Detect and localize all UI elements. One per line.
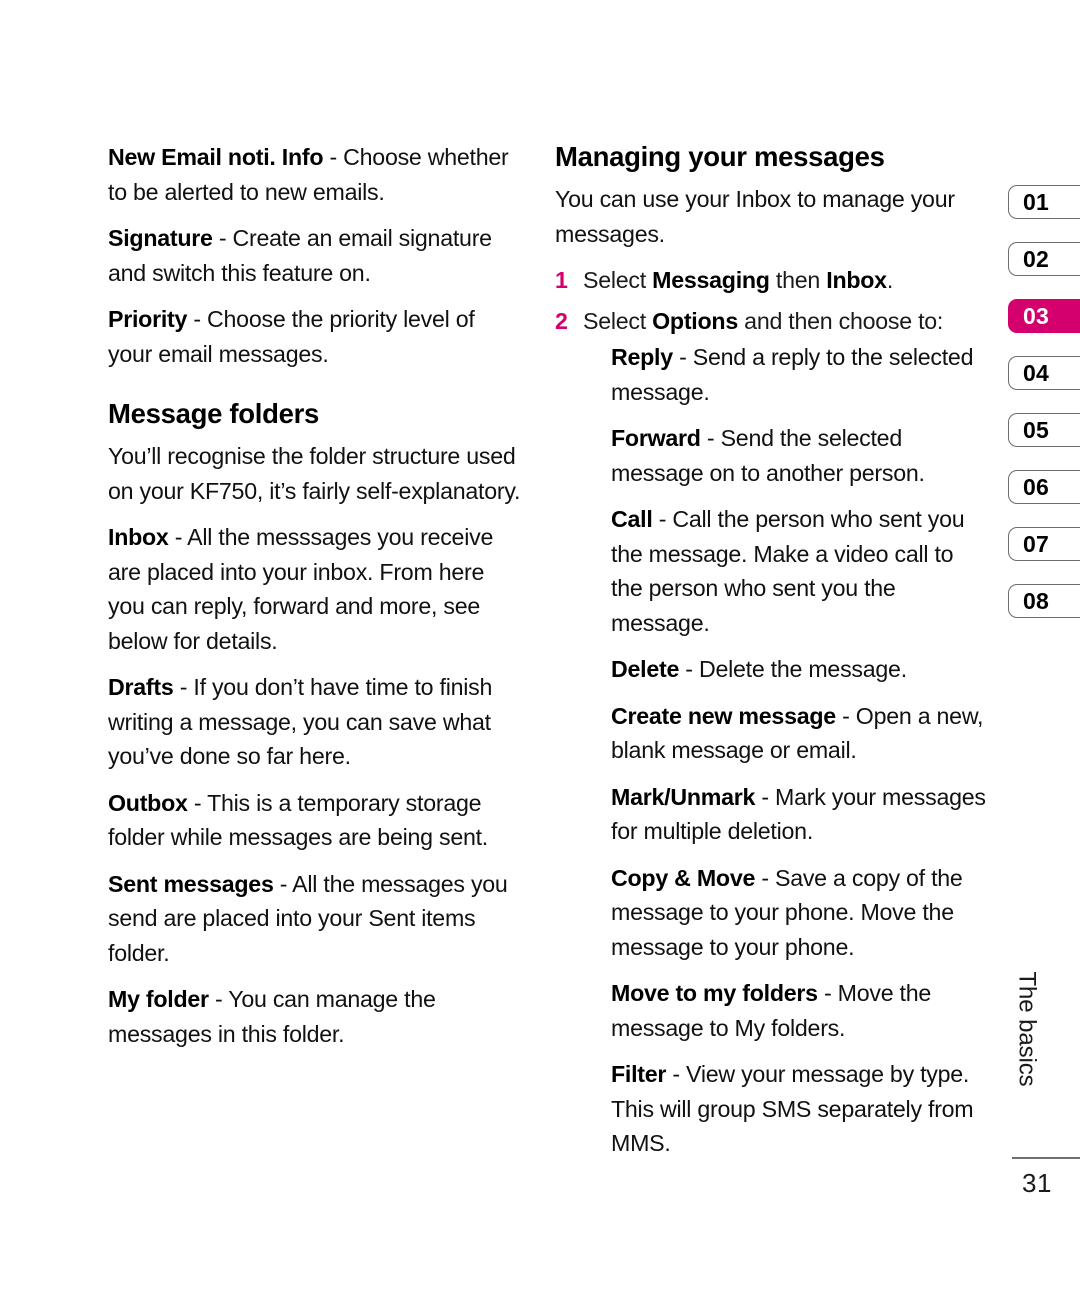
step-text-mid: and then choose to:: [737, 307, 944, 334]
definition-paragraph: Delete - Delete the message.: [611, 652, 987, 687]
running-head: The basics: [1010, 971, 1044, 1150]
definition-term: Create new message: [611, 702, 836, 729]
definition-term: New Email noti. Info: [108, 144, 324, 170]
chapter-tab-label: 08: [1023, 587, 1049, 614]
chapter-tab-label: 06: [1023, 473, 1049, 500]
definition-paragraph: Mark/Unmark - Mark your messages for mul…: [611, 780, 987, 849]
chapter-tab-04[interactable]: 04: [1008, 356, 1080, 390]
definition-term: Reply: [611, 344, 673, 370]
definition-paragraph: Move to my folders - Move the message to…: [611, 976, 987, 1045]
page-number: 31: [1022, 1168, 1052, 1198]
definition-paragraph: Inbox - All the messsages you receive ar…: [108, 520, 523, 658]
definition-paragraph: My folder - You can manage the messages …: [108, 982, 523, 1051]
step-number: 1: [555, 267, 568, 293]
running-head-label: The basics: [1014, 971, 1041, 1087]
definition-term: Filter: [611, 1061, 667, 1087]
definition-term: Move to my folders: [611, 980, 818, 1006]
chapter-tab-01[interactable]: 01: [1008, 185, 1080, 219]
message-folders-heading: Message folders: [108, 398, 320, 429]
chapter-tab-label: 04: [1023, 359, 1049, 386]
definition-term: Inbox: [108, 524, 169, 550]
step-text-post: .: [886, 267, 894, 293]
definition-paragraph: Create new message - Open a new, blank m…: [611, 699, 987, 768]
chapter-tab-label: 05: [1023, 416, 1049, 443]
definition-paragraph: Copy & Move - Save a copy of the message…: [611, 861, 987, 965]
definition-term: Delete: [611, 656, 680, 682]
options-list: Reply - Send a reply to the selected mes…: [583, 340, 987, 1161]
manual-page: New Email noti. Info - Choose whether to…: [0, 0, 1080, 1295]
email-settings-list: New Email noti. Info - Choose whether to…: [108, 140, 523, 371]
footer-divider: [1012, 1157, 1080, 1159]
step-text-pre: Select: [583, 267, 653, 293]
definition-paragraph: Reply - Send a reply to the selected mes…: [611, 340, 987, 409]
chapter-tab-label: 03: [1023, 302, 1049, 329]
definition-term: Copy & Move: [611, 864, 756, 891]
chapter-tab-label: 02: [1023, 245, 1049, 272]
definition-term: Forward: [611, 425, 701, 451]
chapter-tab-05[interactable]: 05: [1008, 413, 1080, 447]
definition-term: Mark/Unmark: [611, 783, 756, 810]
chapter-tab-label: 07: [1023, 530, 1049, 557]
definition-paragraph: Sent messages - All the messages you sen…: [108, 867, 523, 971]
definition-term: My folder: [108, 986, 209, 1012]
managing-messages-heading: Managing your messages: [555, 141, 885, 172]
managing-messages-steps: 1 Select Messaging then Inbox. 2 Select …: [555, 263, 987, 1161]
step-bold-options: Options: [652, 307, 738, 334]
managing-messages-intro: You can use your Inbox to manage your me…: [555, 186, 955, 247]
definition-term: Priority: [108, 306, 188, 332]
definition-text: - Delete the message.: [679, 656, 907, 682]
chapter-tab-03[interactable]: 03: [1008, 299, 1080, 333]
chapter-tab-08[interactable]: 08: [1008, 584, 1080, 618]
definition-paragraph: Call - Call the person who sent you the …: [611, 502, 987, 640]
definition-term: Signature: [108, 225, 213, 251]
definition-paragraph: Drafts - If you don’t have time to finis…: [108, 670, 523, 774]
step-bold-messaging: Messaging: [652, 267, 770, 293]
left-column: New Email noti. Info - Choose whether to…: [108, 140, 523, 1051]
definition-text: - View your message by type. This will g…: [611, 1061, 974, 1156]
definition-term: Call: [611, 506, 653, 532]
step-item: 2 Select Options and then choose to: Rep…: [555, 304, 987, 1161]
step-text-pre: Select: [583, 307, 653, 334]
definition-paragraph: Filter - View your message by type. This…: [611, 1057, 987, 1161]
definition-paragraph: Forward - Send the selected message on t…: [611, 421, 987, 490]
step-item: 1 Select Messaging then Inbox.: [555, 263, 987, 298]
chapter-tab-02[interactable]: 02: [1008, 242, 1080, 276]
definition-paragraph: Outbox - This is a temporary storage fol…: [108, 786, 523, 855]
chapter-tab-label: 01: [1023, 188, 1049, 215]
definition-term: Sent messages: [108, 870, 274, 897]
chapter-tab-07[interactable]: 07: [1008, 527, 1080, 561]
definition-paragraph: Priority - Choose the priority level of …: [108, 302, 523, 371]
step-text-mid: then: [769, 267, 827, 293]
message-folders-intro: You’ll recognise the folder structure us…: [108, 443, 521, 504]
definition-term: Outbox: [108, 789, 188, 816]
step-bold-inbox: Inbox: [826, 267, 887, 293]
chapter-tab-06[interactable]: 06: [1008, 470, 1080, 504]
message-folders-list: Inbox - All the messsages you receive ar…: [108, 520, 523, 1051]
definition-text: - Call the person who sent you the messa…: [611, 506, 965, 636]
definition-paragraph: Signature - Create an email signature an…: [108, 221, 523, 290]
right-column: Managing your messages You can use your …: [555, 140, 987, 1173]
definition-paragraph: New Email noti. Info - Choose whether to…: [108, 140, 523, 209]
step-number: 2: [555, 307, 568, 334]
definition-term: Drafts: [108, 674, 174, 700]
